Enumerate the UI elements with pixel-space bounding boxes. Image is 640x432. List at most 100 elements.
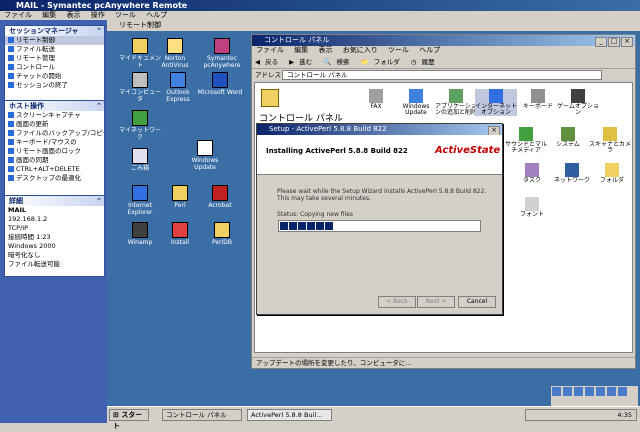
back-button[interactable]: ◀ 戻る bbox=[255, 58, 281, 66]
cp-item-scanners[interactable]: スキャナとカメラ bbox=[589, 127, 631, 154]
cp-item-keyboard[interactable]: キーボード bbox=[517, 89, 559, 110]
progress-block bbox=[325, 222, 333, 230]
menu-action[interactable]: 操作 bbox=[91, 11, 105, 19]
host-op-item[interactable]: スクリーンキャプチャ bbox=[5, 111, 104, 120]
keys-icon bbox=[8, 166, 14, 172]
folders-button[interactable]: 📁 フォルダ bbox=[361, 58, 403, 66]
address-input[interactable]: コントロール パネル bbox=[282, 70, 602, 80]
detail-line: TCP/IP bbox=[8, 224, 29, 232]
chat-icon bbox=[8, 73, 14, 79]
progress-block bbox=[289, 222, 297, 230]
sidebar-item-control[interactable]: コントロール bbox=[5, 63, 104, 72]
desktop-icon-acrobat[interactable]: Acrobat bbox=[197, 185, 243, 209]
collapse-icon[interactable]: ⌃ bbox=[96, 196, 102, 206]
installer-title: Setup - ActivePerl 5.8.8 Build 822 bbox=[257, 124, 502, 135]
cp-item-fax[interactable]: FAX bbox=[355, 89, 397, 110]
menu-edit[interactable]: 編集 bbox=[42, 11, 56, 19]
tray-icon[interactable] bbox=[574, 387, 583, 396]
control-panel-menu: ファイル 編集 表示 お気に入り ツール ヘルプ bbox=[252, 46, 635, 55]
tray-icon[interactable] bbox=[552, 387, 561, 396]
desktop-icon-recyclebin[interactable]: ごみ箱 bbox=[117, 148, 163, 172]
file-transfer-icon bbox=[8, 46, 14, 52]
tray-icon[interactable] bbox=[618, 387, 627, 396]
cp-menu-view[interactable]: 表示 bbox=[318, 46, 332, 54]
search-button[interactable]: 🔍 検索 bbox=[323, 58, 352, 66]
forward-button[interactable]: ▶ 進む bbox=[289, 58, 315, 66]
desktop-icon-network[interactable]: マイネットワーク bbox=[117, 110, 163, 141]
taskbar-item-activeperl[interactable]: ActivePerl 5.8.8 Buil... bbox=[247, 409, 332, 421]
address-label: アドレス bbox=[255, 71, 281, 79]
desktop-icon-word[interactable]: Microsoft Word bbox=[197, 72, 243, 96]
cp-item-fonts[interactable]: フォント bbox=[511, 197, 553, 218]
progress-block bbox=[316, 222, 324, 230]
collapse-icon[interactable]: ⌃ bbox=[96, 26, 102, 36]
detail-line: ファイル転送可能 bbox=[8, 260, 60, 268]
cp-item-windows-update[interactable]: Windows Update bbox=[395, 89, 437, 116]
backup-icon bbox=[8, 130, 14, 136]
cp-menu-file[interactable]: ファイル bbox=[256, 46, 284, 54]
host-op-item[interactable]: リモート画面のロック bbox=[5, 147, 104, 156]
menu-help[interactable]: ヘルプ bbox=[146, 11, 167, 19]
cp-item-internet-options[interactable]: インターネットオプション bbox=[475, 89, 517, 116]
cp-item-folder[interactable]: フォルダ bbox=[591, 163, 633, 184]
installer-description: Please wait while the Setup Wizard insta… bbox=[277, 188, 487, 202]
control-panel-icon bbox=[261, 89, 279, 107]
sidebar-item-remote[interactable]: リモート制御 bbox=[5, 36, 104, 45]
tray-icon[interactable] bbox=[563, 387, 572, 396]
start-button[interactable]: ⊞ スタート bbox=[109, 409, 149, 430]
details-panel: 詳細 ⌃ MAIL 192.168.1.2 TCP/IP 接続時間 1:23 Wi… bbox=[4, 195, 105, 277]
sidebar-item-chat[interactable]: チャットの開始 bbox=[5, 72, 104, 81]
panel-title: 詳細 bbox=[9, 197, 23, 205]
sidebar-item-file-transfer[interactable]: ファイル転送 bbox=[5, 45, 104, 54]
detail-line: 192.168.1.2 bbox=[8, 215, 48, 223]
collapse-icon[interactable]: ⌃ bbox=[96, 101, 102, 111]
panel-title: セッションマネージャ bbox=[9, 27, 79, 35]
cp-item-tasks[interactable]: タスク bbox=[511, 163, 553, 184]
back-button[interactable]: < Back bbox=[378, 296, 416, 308]
installer-heading: Installing ActivePerl 5.8.8 Build 822 bbox=[266, 147, 408, 155]
cp-menu-favorites[interactable]: お気に入り bbox=[343, 46, 378, 54]
remote-desktop-label: リモート制御 bbox=[107, 20, 640, 31]
menu-tools[interactable]: ツール bbox=[115, 11, 136, 19]
host-op-item[interactable]: キーボード/マウスの bbox=[5, 138, 104, 147]
control-panel-status: アップデートの場所を変更したり、コンピュータに... bbox=[252, 357, 635, 368]
detail-line: MAIL bbox=[8, 206, 27, 214]
host-op-item[interactable]: CTRL+ALT+DELETE bbox=[5, 165, 104, 174]
cp-item-sound[interactable]: サウンドとマルチメディア bbox=[505, 127, 547, 154]
desktop-icon-perldb[interactable]: PerlDB bbox=[199, 222, 245, 246]
host-op-item[interactable]: 画面の同期 bbox=[5, 156, 104, 165]
cp-menu-edit[interactable]: 編集 bbox=[294, 46, 308, 54]
cp-item-add-remove[interactable]: アプリケーションの追加と削除 bbox=[435, 89, 477, 116]
taskbar-clock: 4:35 bbox=[525, 409, 637, 421]
desktop-icon-norton[interactable]: Norton AntiVirus bbox=[152, 38, 198, 69]
sidebar-item-remote-manage[interactable]: リモート管理 bbox=[5, 54, 104, 63]
desktop-icon-outlook[interactable]: Outlook Express bbox=[155, 72, 201, 103]
cp-item-system[interactable]: システム bbox=[547, 127, 589, 148]
host-op-item[interactable]: ファイルのバックアップ/コピーの bbox=[5, 129, 104, 138]
host-op-item[interactable]: デスクトップの最適化 bbox=[5, 174, 104, 183]
taskbar-item-control-panel[interactable]: コントロール パネル bbox=[162, 409, 242, 421]
sidebar-item-end-session[interactable]: セッションの終了 bbox=[5, 81, 104, 90]
keyboard-icon bbox=[8, 139, 14, 145]
desktop-icon-pcanywhere[interactable]: Symantec pcAnywhere bbox=[199, 38, 245, 69]
desktop-icon-windows-update[interactable]: Windows Update bbox=[182, 140, 228, 171]
cp-item-network[interactable]: ネットワーク bbox=[551, 163, 593, 184]
desktop-icon-install[interactable]: Install bbox=[157, 222, 203, 246]
app-title-bar: MAIL - Symantec pcAnywhere Remote bbox=[0, 0, 640, 11]
session-manager-panel: セッションマネージャ ⌃ リモート制御 ファイル転送 リモート管理 コントロール … bbox=[4, 25, 105, 103]
next-button[interactable]: Next > bbox=[417, 296, 455, 308]
cancel-button[interactable]: Cancel bbox=[458, 296, 496, 308]
tray-icon[interactable] bbox=[585, 387, 594, 396]
cp-menu-help[interactable]: ヘルプ bbox=[419, 46, 440, 54]
activestate-logo: ActiveState bbox=[435, 145, 501, 156]
menu-file[interactable]: ファイル bbox=[4, 11, 32, 19]
installer-header: Installing ActivePerl 5.8.8 Build 822 Ac… bbox=[257, 135, 502, 175]
host-op-item[interactable]: 画面の更新 bbox=[5, 120, 104, 129]
tray-icon[interactable] bbox=[607, 387, 616, 396]
cp-item-game-options[interactable]: ゲームオプション bbox=[557, 89, 599, 116]
tray-icon[interactable] bbox=[596, 387, 605, 396]
cp-menu-tools[interactable]: ツール bbox=[388, 46, 409, 54]
install-progress-bar bbox=[278, 220, 481, 232]
menu-view[interactable]: 表示 bbox=[66, 11, 80, 19]
history-button[interactable]: ◷ 履歴 bbox=[411, 58, 438, 66]
